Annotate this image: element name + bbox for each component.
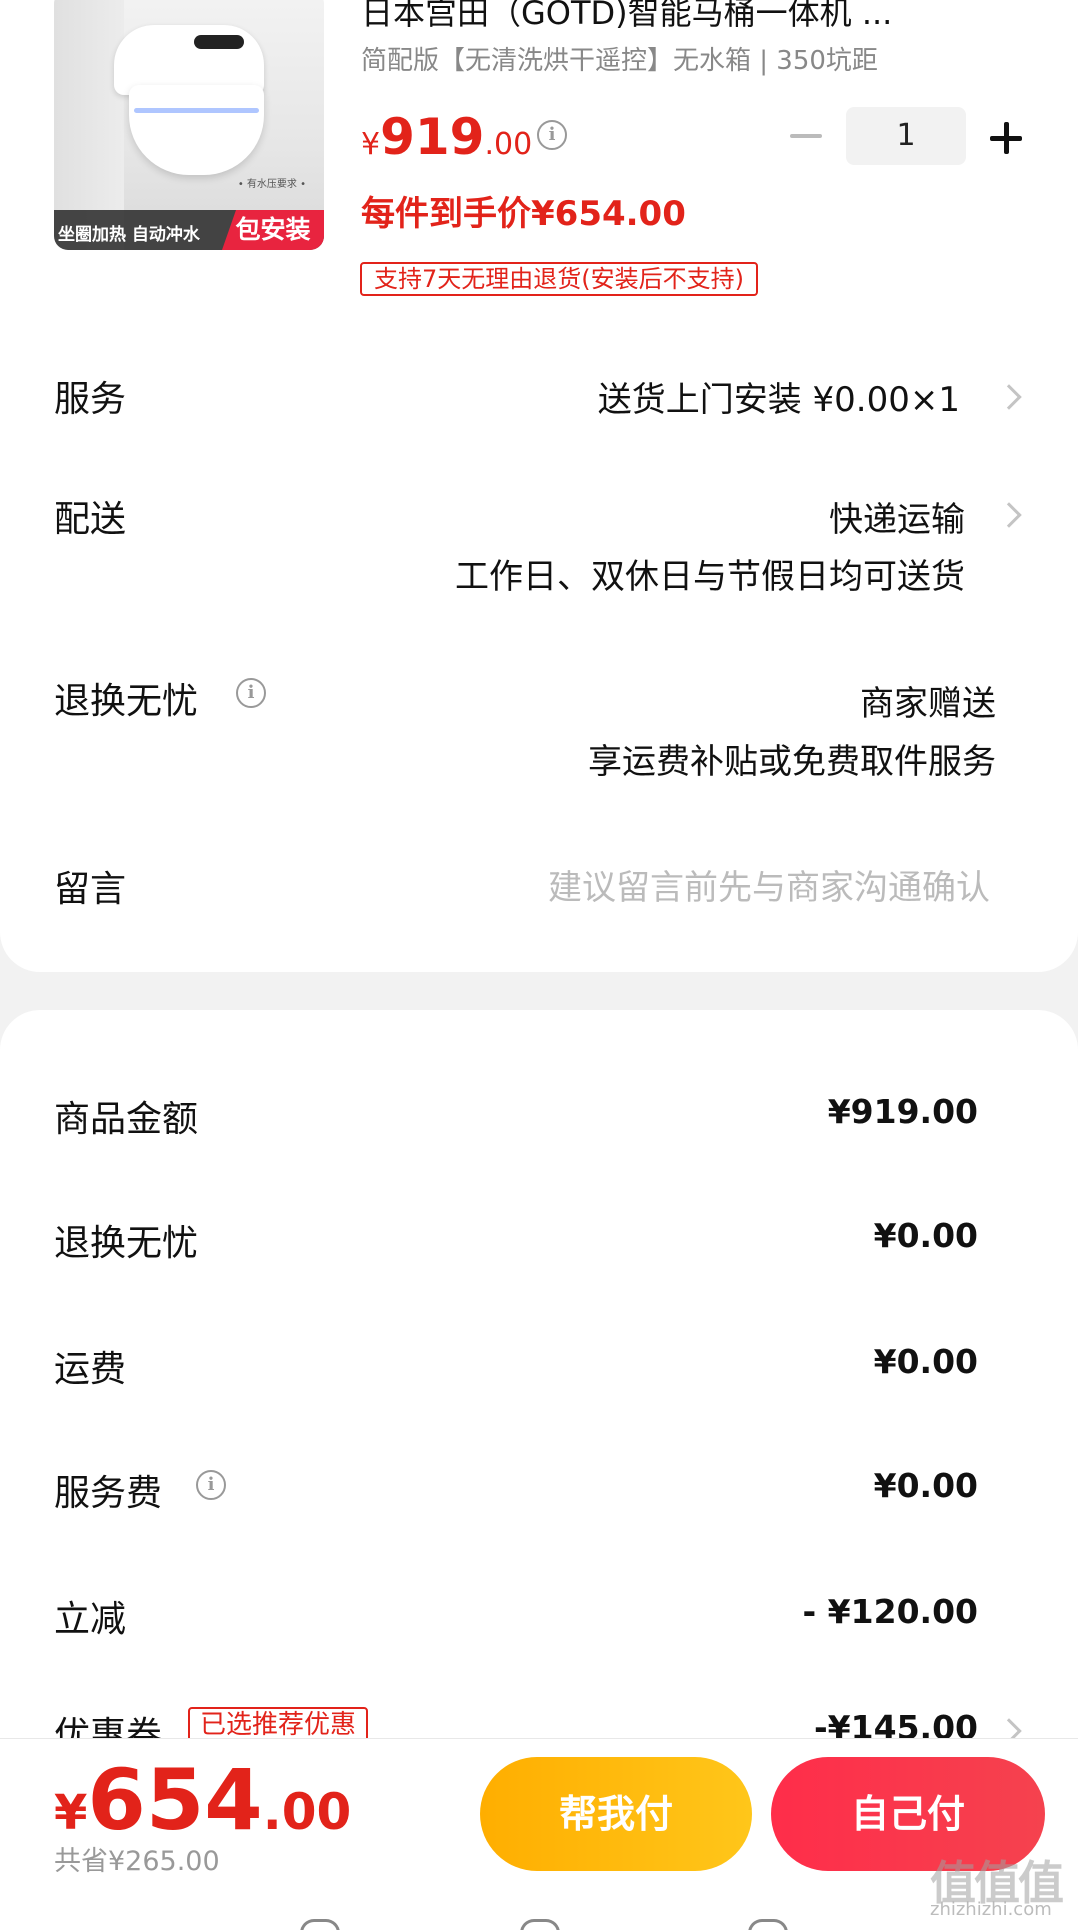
delivery-value[interactable]: 快递运输 [829, 492, 965, 541]
product-price: ¥919.00 [361, 108, 533, 166]
discount-value: - ¥120.00 [802, 1592, 979, 1631]
service-label: 服务 [54, 379, 127, 420]
watermark-url: zhizhizhi.com [930, 1899, 1052, 1920]
service-fee-label: 服务费 [54, 1473, 163, 1514]
total-price: ¥654.00 [54, 1751, 352, 1849]
delivery-sub: 工作日、双休日与节假日均可送货 [455, 557, 965, 597]
worry-free-label: 退换无忧 [54, 681, 199, 722]
message-input[interactable]: 建议留言前先与商家沟通确认 [548, 860, 990, 909]
saved-amount: 共省¥265.00 [54, 1846, 220, 1877]
chevron-right-icon[interactable] [996, 384, 1022, 410]
quantity-input[interactable]: 1 [846, 107, 966, 165]
shipping-label: 运费 [54, 1349, 127, 1390]
image-tip: • 有水压要求 • [237, 179, 306, 190]
nav-home-icon[interactable] [520, 1919, 560, 1930]
worry-free-fee-value: ¥0.00 [873, 1216, 978, 1255]
install-badge: 包安装 [222, 210, 324, 250]
info-icon[interactable]: i [196, 1470, 226, 1500]
nav-back-icon[interactable] [300, 1919, 340, 1930]
delivery-label: 配送 [54, 499, 127, 540]
info-icon[interactable]: i [537, 120, 567, 150]
discount-label: 立减 [54, 1599, 127, 1640]
help-pay-button[interactable]: 帮我付 [480, 1757, 752, 1871]
goods-amount-value: ¥919.00 [827, 1092, 978, 1131]
unit-price: 每件到手价¥654.00 [361, 194, 686, 234]
return-policy-tag: 支持7天无理由退货(安装后不支持) [360, 262, 758, 296]
checkout-bar: ¥654.00 共省¥265.00 帮我付 自己付 值值值 zhizhizhi.… [0, 1738, 1078, 1930]
minus-icon[interactable] [790, 122, 822, 148]
image-feature-bar: 坐圈加热 自动冲水 包安装 [54, 210, 324, 250]
worry-free-sub: 享运费补贴或免费取件服务 [588, 742, 996, 782]
product-spec[interactable]: 简配版【无清洗烘干遥控】无水箱 | 350坑距 [361, 40, 878, 77]
worry-free-value: 商家赠送 [860, 684, 996, 724]
product-title[interactable]: 日本宫田（GOTD)智能马桶一体机 ... [361, 0, 1021, 34]
product-image[interactable]: • 有水压要求 • 坐圈加热 自动冲水 包安装 [54, 0, 324, 250]
message-label: 留言 [54, 869, 127, 910]
worry-free-fee-label: 退换无忧 [54, 1223, 199, 1264]
goods-amount-label: 商品金额 [54, 1099, 199, 1140]
order-card: • 有水压要求 • 坐圈加热 自动冲水 包安装 日本宫田（GOTD)智能马桶一体… [0, 0, 1078, 972]
plus-icon[interactable] [990, 122, 1022, 154]
chevron-right-icon[interactable] [996, 502, 1022, 528]
info-icon[interactable]: i [236, 678, 266, 708]
service-value[interactable]: 送货上门安装 ¥0.00×1 [598, 372, 960, 421]
service-fee-value: ¥0.00 [873, 1466, 978, 1505]
shipping-value: ¥0.00 [873, 1342, 978, 1381]
nav-recents-icon[interactable] [748, 1919, 788, 1930]
image-features: 坐圈加热 自动冲水 [58, 225, 200, 245]
